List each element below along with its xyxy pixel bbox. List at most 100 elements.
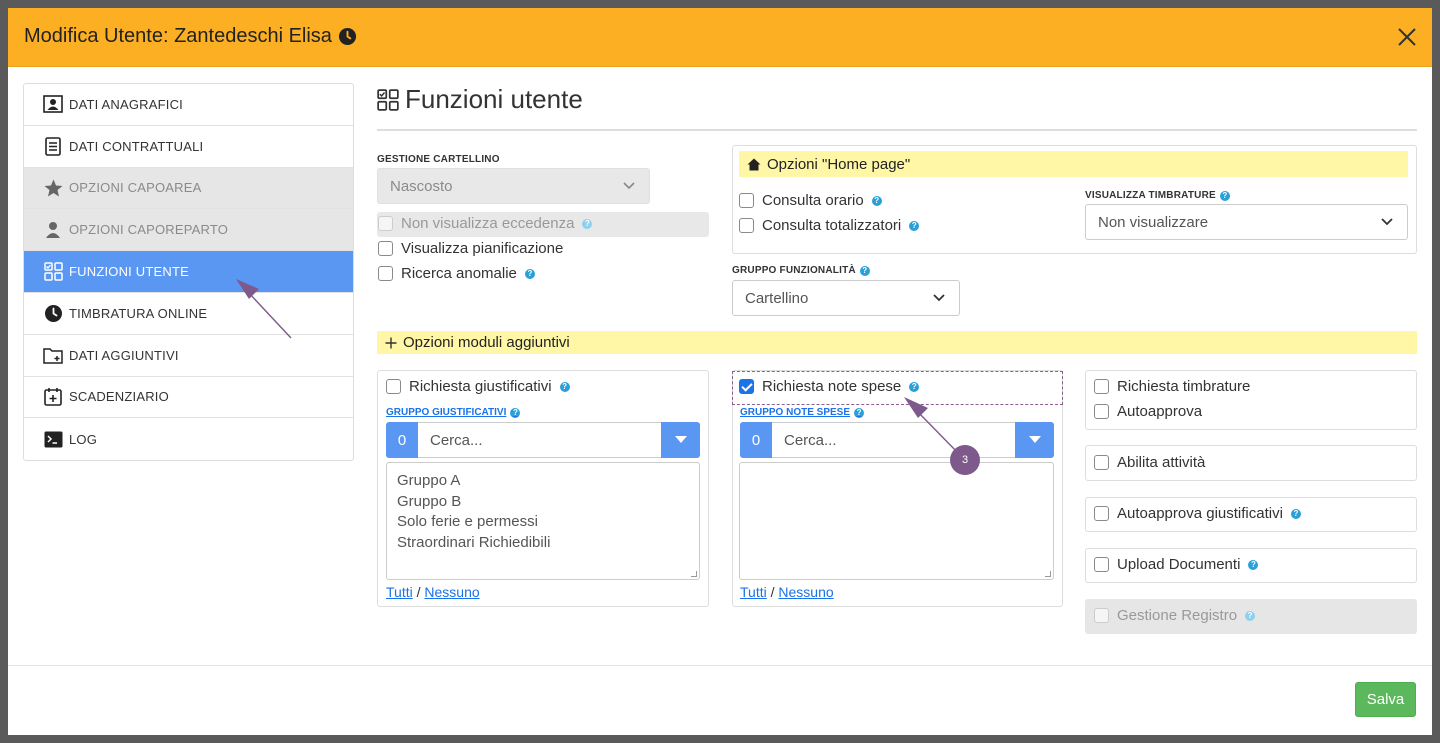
help-icon[interactable]: ? [1245,610,1256,621]
page-title: Funzioni utente [377,84,583,115]
richiesta-note-spese-option: Richiesta note spese ? [739,378,920,395]
gruppo-funzionalita-value: Cartellino [745,289,809,307]
edit-user-modal: Modifica Utente: Zantedeschi Elisa DATI … [8,8,1432,735]
modal-header: Modifica Utente: Zantedeschi Elisa [8,8,1432,67]
calendar-plus-icon [43,387,63,407]
gestione-registro-label: Gestione Registro [1117,607,1238,624]
select-all-link[interactable]: Tutti [740,584,767,600]
sidebar-item-dati-contrattuali[interactable]: DATI CONTRATTUALI [24,126,353,168]
sidebar-item-scadenziario[interactable]: SCADENZIARIO [24,377,353,419]
autoapprova-giustificativi-checkbox[interactable] [1094,506,1109,521]
abilita-attivita-checkbox[interactable] [1094,455,1109,470]
richiesta-timbrature-checkbox[interactable] [1094,379,1109,394]
sidebar-item-label: DATI CONTRATTUALI [69,138,204,154]
select-none-link[interactable]: Nessuno [424,584,479,600]
gruppo-note-spese-link[interactable]: GRUPPO NOTE SPESE ? [740,407,865,418]
list-item[interactable]: Straordinari Richiedibili [397,533,689,554]
gestione-registro-checkbox[interactable] [1094,608,1109,623]
sidebar-item-timbratura-online[interactable]: TIMBRATURA ONLINE [24,293,353,335]
terminal-icon [43,429,63,449]
grid-check-icon [377,88,399,111]
sidebar-item-dati-aggiuntivi[interactable]: DATI AGGIUNTIVI [24,335,353,377]
visualizza-pianificazione-label: Visualizza pianificazione [401,240,564,257]
consulta-totalizzatori-checkbox[interactable] [739,218,754,233]
caret-down-icon [674,436,687,443]
richiesta-giustificativi-checkbox[interactable] [386,379,401,394]
consulta-totalizzatori-option: Consulta totalizzatori ? [739,217,920,234]
sidebar-item-label: FUNZIONI UTENTE [69,264,189,280]
clock-icon [338,27,356,46]
dropdown-button[interactable] [661,422,700,458]
help-icon[interactable]: ? [871,195,882,206]
chevron-down-icon [1381,218,1393,226]
help-icon[interactable]: ? [582,218,593,229]
moduli-aggiuntivi-header: Opzioni moduli aggiuntivi [377,331,1417,354]
giustificativi-listbox[interactable]: Gruppo A Gruppo B Solo ferie e permessi … [386,462,700,580]
gruppo-funzionalita-select[interactable]: Cartellino [732,280,960,316]
help-icon[interactable]: ? [559,381,570,392]
visualizza-pianificazione-option: Visualizza pianificazione [378,240,563,257]
abilita-attivita-option: Abilita attività [1094,454,1205,471]
upload-documenti-checkbox[interactable] [1094,557,1109,572]
user-icon [43,220,63,240]
sidebar-menu: DATI ANAGRAFICI DATI CONTRATTUALI OPZION… [23,83,354,462]
upload-documenti-option: Upload Documenti ? [1094,556,1259,573]
gruppo-funzionalita-label: GRUPPO FUNZIONALITÀ ? [732,265,870,276]
autoapprova-option: Autoapprova [1094,403,1202,420]
sidebar-item-opzioni-caporeparto[interactable]: OPZIONI CAPOREPARTO [24,209,353,252]
gestione-cartellino-value: Nascosto [390,177,453,195]
selected-count-badge: 0 [386,422,418,458]
save-button[interactable]: Salva [1355,682,1416,717]
help-icon[interactable]: ? [1248,559,1259,570]
resize-handle[interactable] [691,571,697,577]
autoapprova-checkbox[interactable] [1094,404,1109,419]
ricerca-anomalie-option: Ricerca anomalie ? [378,265,535,282]
page-title-text: Funzioni utente [405,84,583,114]
home-icon [747,158,761,170]
resize-handle[interactable] [1045,571,1051,577]
select-none-link[interactable]: Nessuno [778,584,833,600]
help-icon[interactable]: ? [1290,508,1301,519]
list-item[interactable]: Gruppo B [397,492,689,513]
visualizza-timbrature-select[interactable]: Non visualizzare [1085,204,1408,240]
gestione-registro-option: Gestione Registro ? [1094,607,1256,624]
grid-check-icon [43,262,63,282]
help-icon[interactable]: ? [510,407,521,418]
list-item[interactable]: Gruppo A [397,471,689,492]
gestione-cartellino-select[interactable]: Nascosto [377,168,650,204]
help-icon[interactable]: ? [859,265,870,276]
help-icon[interactable]: ? [854,407,865,418]
sidebar-item-label: LOG [69,431,98,447]
ricerca-anomalie-checkbox[interactable] [378,266,393,281]
home-page-title: Opzioni "Home page" [767,155,911,173]
note-spese-search-group: 0 Cerca... [740,422,1054,458]
sidebar-item-funzioni-utente[interactable]: FUNZIONI UTENTE [24,251,353,293]
select-all-link[interactable]: Tutti [386,584,413,600]
chevron-down-icon [623,182,635,190]
sidebar-item-opzioni-capoarea[interactable]: OPZIONI CAPOAREA [24,167,353,210]
richiesta-note-spese-checkbox[interactable] [739,379,754,394]
close-icon[interactable] [1394,24,1420,50]
help-icon[interactable]: ? [909,220,920,231]
step-marker: 3 [950,445,980,475]
note-spese-listbox[interactable] [739,462,1054,580]
consulta-orario-option: Consulta orario ? [739,192,882,209]
richiesta-timbrature-option: Richiesta timbrature [1094,378,1250,395]
gruppo-giustificativi-link[interactable]: GRUPPO GIUSTIFICATIVI ? [386,407,521,418]
gestione-cartellino-label: GESTIONE CARTELLINO [377,154,500,165]
sidebar-item-dati-anagrafici[interactable]: DATI ANAGRAFICI [24,84,353,126]
visualizza-pianificazione-checkbox[interactable] [378,241,393,256]
help-icon[interactable]: ? [909,381,920,392]
autoapprova-giustificativi-label: Autoapprova giustificativi [1117,505,1283,522]
sidebar-item-log[interactable]: LOG [24,418,353,460]
star-icon [43,178,63,198]
help-icon[interactable]: ? [1219,190,1230,201]
help-icon[interactable]: ? [524,268,535,279]
richiesta-timbrature-label: Richiesta timbrature [1117,378,1251,395]
dropdown-button[interactable] [1015,422,1054,458]
list-item[interactable]: Solo ferie e permessi [397,512,689,533]
giustificativi-search-input[interactable]: Cerca... [418,422,661,458]
non-visualizza-eccedenza-checkbox[interactable] [378,216,393,231]
modal-title-text: Modifica Utente: Zantedeschi Elisa [24,25,332,47]
consulta-orario-checkbox[interactable] [739,193,754,208]
